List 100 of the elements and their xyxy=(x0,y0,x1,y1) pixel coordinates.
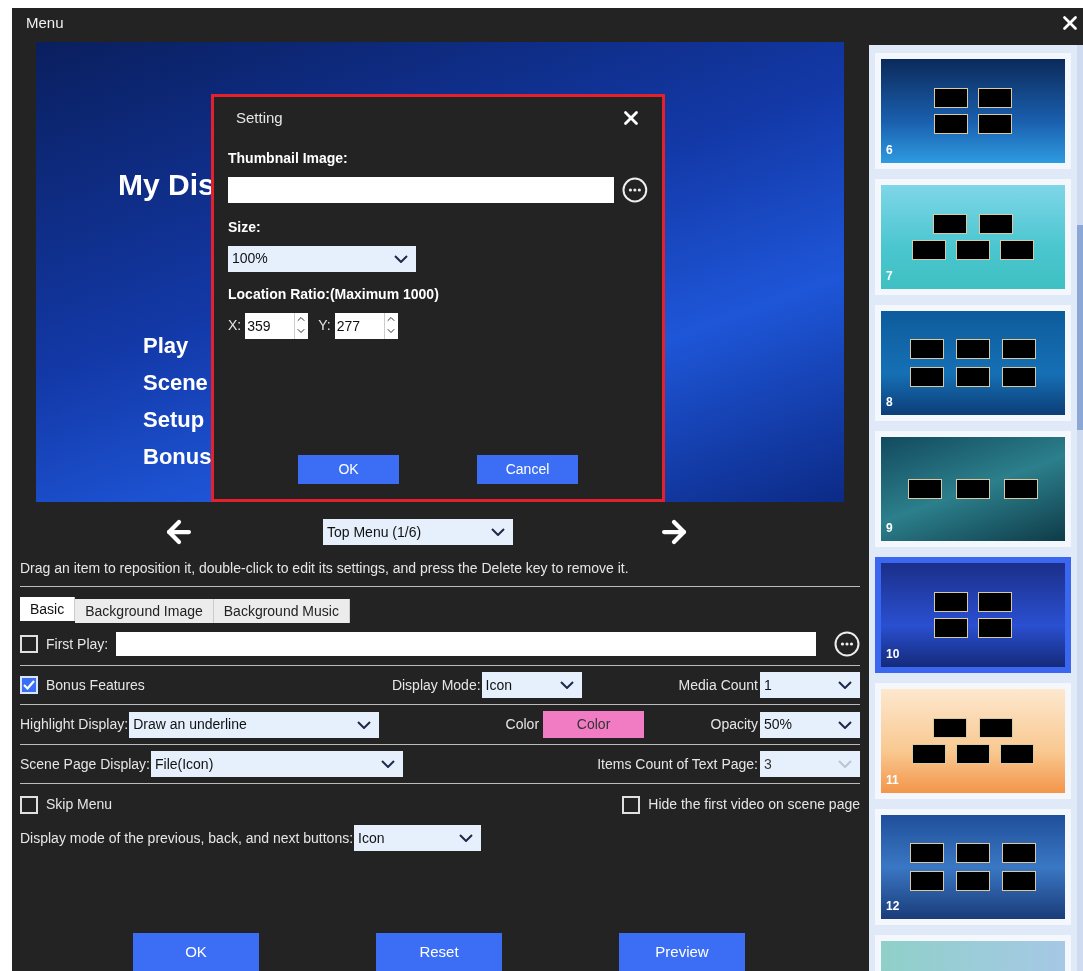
color-button[interactable]: Color xyxy=(543,711,645,738)
video-frame xyxy=(910,871,944,891)
dialog-title: Setting xyxy=(236,108,283,128)
chevron-down-icon xyxy=(491,528,505,536)
menu-item[interactable]: Bonus xyxy=(143,443,212,471)
chevron-down-icon xyxy=(394,254,408,263)
video-frame xyxy=(956,871,990,891)
template-number: 9 xyxy=(886,520,893,537)
dropdown[interactable]: Icon xyxy=(481,672,582,698)
number-spinner[interactable]: 277 xyxy=(334,312,398,339)
hint-text: Drag an item to reposition it, double-click to edit its settings, and press the Delete key to remove it. xyxy=(20,559,630,578)
chevron-down-icon xyxy=(838,681,852,689)
field-label: Items Count of Text Page: xyxy=(597,754,758,774)
menu-item[interactable]: Scene xyxy=(143,369,212,397)
video-frame xyxy=(934,592,968,612)
chevron-down-icon xyxy=(459,834,474,842)
input-field[interactable] xyxy=(228,176,615,203)
video-frame xyxy=(978,88,1012,108)
template-number: 11 xyxy=(886,772,899,789)
dropdown[interactable]: Top Menu (1/6) xyxy=(323,519,513,545)
checkbox-label: First Play: xyxy=(46,634,109,654)
checkbox-label: Hide the first video on scene page xyxy=(648,795,860,814)
video-frame xyxy=(912,744,946,764)
field-label: Highlight Display: xyxy=(20,715,129,734)
dialog-button[interactable]: OK xyxy=(298,455,399,484)
video-frame xyxy=(1002,871,1036,891)
checkbox[interactable] xyxy=(20,635,38,653)
template-card[interactable]: 8 xyxy=(875,305,1071,421)
action-button[interactable]: Reset xyxy=(376,933,502,971)
action-button[interactable]: OK xyxy=(133,933,259,971)
dropdown[interactable]: Icon xyxy=(354,825,482,851)
video-frame xyxy=(910,339,944,359)
field-label: Scene Page Display: xyxy=(20,754,150,774)
tab[interactable]: Background Image xyxy=(75,599,214,623)
checkbox-label: Bonus Features xyxy=(46,675,145,695)
video-frame xyxy=(1002,339,1036,359)
field-label: Y: xyxy=(318,316,331,335)
chevron-down-icon xyxy=(838,720,852,729)
field-label: Opacity xyxy=(710,715,758,734)
menu-item[interactable]: Play xyxy=(143,332,212,360)
input-field[interactable] xyxy=(116,632,816,656)
checkbox-label: Skip Menu xyxy=(46,795,113,814)
window-title: Menu xyxy=(26,12,64,33)
video-frame xyxy=(934,114,968,134)
template-card[interactable]: 12 xyxy=(875,809,1071,925)
field-label: Media Count xyxy=(678,675,758,695)
video-frame xyxy=(979,214,1013,234)
video-frame xyxy=(934,618,968,638)
checkbox[interactable] xyxy=(622,795,641,814)
video-frame xyxy=(1002,367,1036,387)
template-card[interactable]: 6 xyxy=(875,53,1071,169)
dropdown[interactable]: 100% xyxy=(228,245,416,272)
number-spinner[interactable]: 359 xyxy=(245,312,309,339)
chevron-down-icon xyxy=(838,760,852,768)
field-label: Location Ratio:(Maximum 1000) xyxy=(228,284,440,304)
video-frame xyxy=(910,367,944,387)
more-icon[interactable] xyxy=(834,631,860,657)
video-frame xyxy=(956,843,990,863)
video-frame xyxy=(956,744,990,764)
chevron-down-icon xyxy=(380,760,395,768)
menu-item[interactable]: Setup xyxy=(143,406,212,434)
chevron-down-icon xyxy=(357,720,372,729)
scrollbar-thumb[interactable] xyxy=(1077,225,1083,430)
tab[interactable]: Basic xyxy=(20,597,76,621)
field-label: Size: xyxy=(228,217,262,237)
template-number: 6 xyxy=(886,142,893,159)
check-icon xyxy=(23,680,35,690)
template-card[interactable]: 10 xyxy=(875,557,1071,673)
dropdown[interactable]: 50% xyxy=(760,711,860,738)
video-frame xyxy=(978,592,1012,612)
video-frame xyxy=(978,618,1012,638)
video-frame xyxy=(912,240,946,260)
template-number: 10 xyxy=(886,646,900,663)
video-frame xyxy=(933,214,967,234)
menu-title: My Dis xyxy=(118,167,215,203)
video-frame xyxy=(1002,843,1036,863)
template-number: 12 xyxy=(886,898,900,915)
checkbox[interactable] xyxy=(20,676,38,694)
field-label: Display Mode: xyxy=(391,675,481,695)
field-label: Display mode of the previous, back, and next buttons: xyxy=(20,828,354,848)
dropdown[interactable]: Draw an underline xyxy=(129,711,380,738)
dropdown[interactable]: File(Icon) xyxy=(150,751,403,777)
checkbox[interactable] xyxy=(20,795,38,814)
action-button[interactable]: Preview xyxy=(619,933,745,971)
dropdown[interactable]: 1 xyxy=(760,672,860,698)
field-label: Color xyxy=(505,715,540,734)
video-frame xyxy=(934,88,968,108)
video-frame xyxy=(978,114,1012,134)
video-frame xyxy=(1000,744,1034,764)
video-frame xyxy=(1004,479,1038,499)
video-frame xyxy=(908,479,942,499)
template-number: 8 xyxy=(886,394,893,411)
video-frame xyxy=(956,240,990,260)
dialog-button[interactable]: Cancel xyxy=(477,455,578,484)
video-frame xyxy=(979,718,1013,738)
tab[interactable]: Background Music xyxy=(213,599,350,623)
template-card[interactable]: 9 xyxy=(875,431,1071,547)
video-frame xyxy=(933,718,967,738)
video-frame xyxy=(1000,240,1034,260)
more-icon[interactable] xyxy=(622,176,648,203)
